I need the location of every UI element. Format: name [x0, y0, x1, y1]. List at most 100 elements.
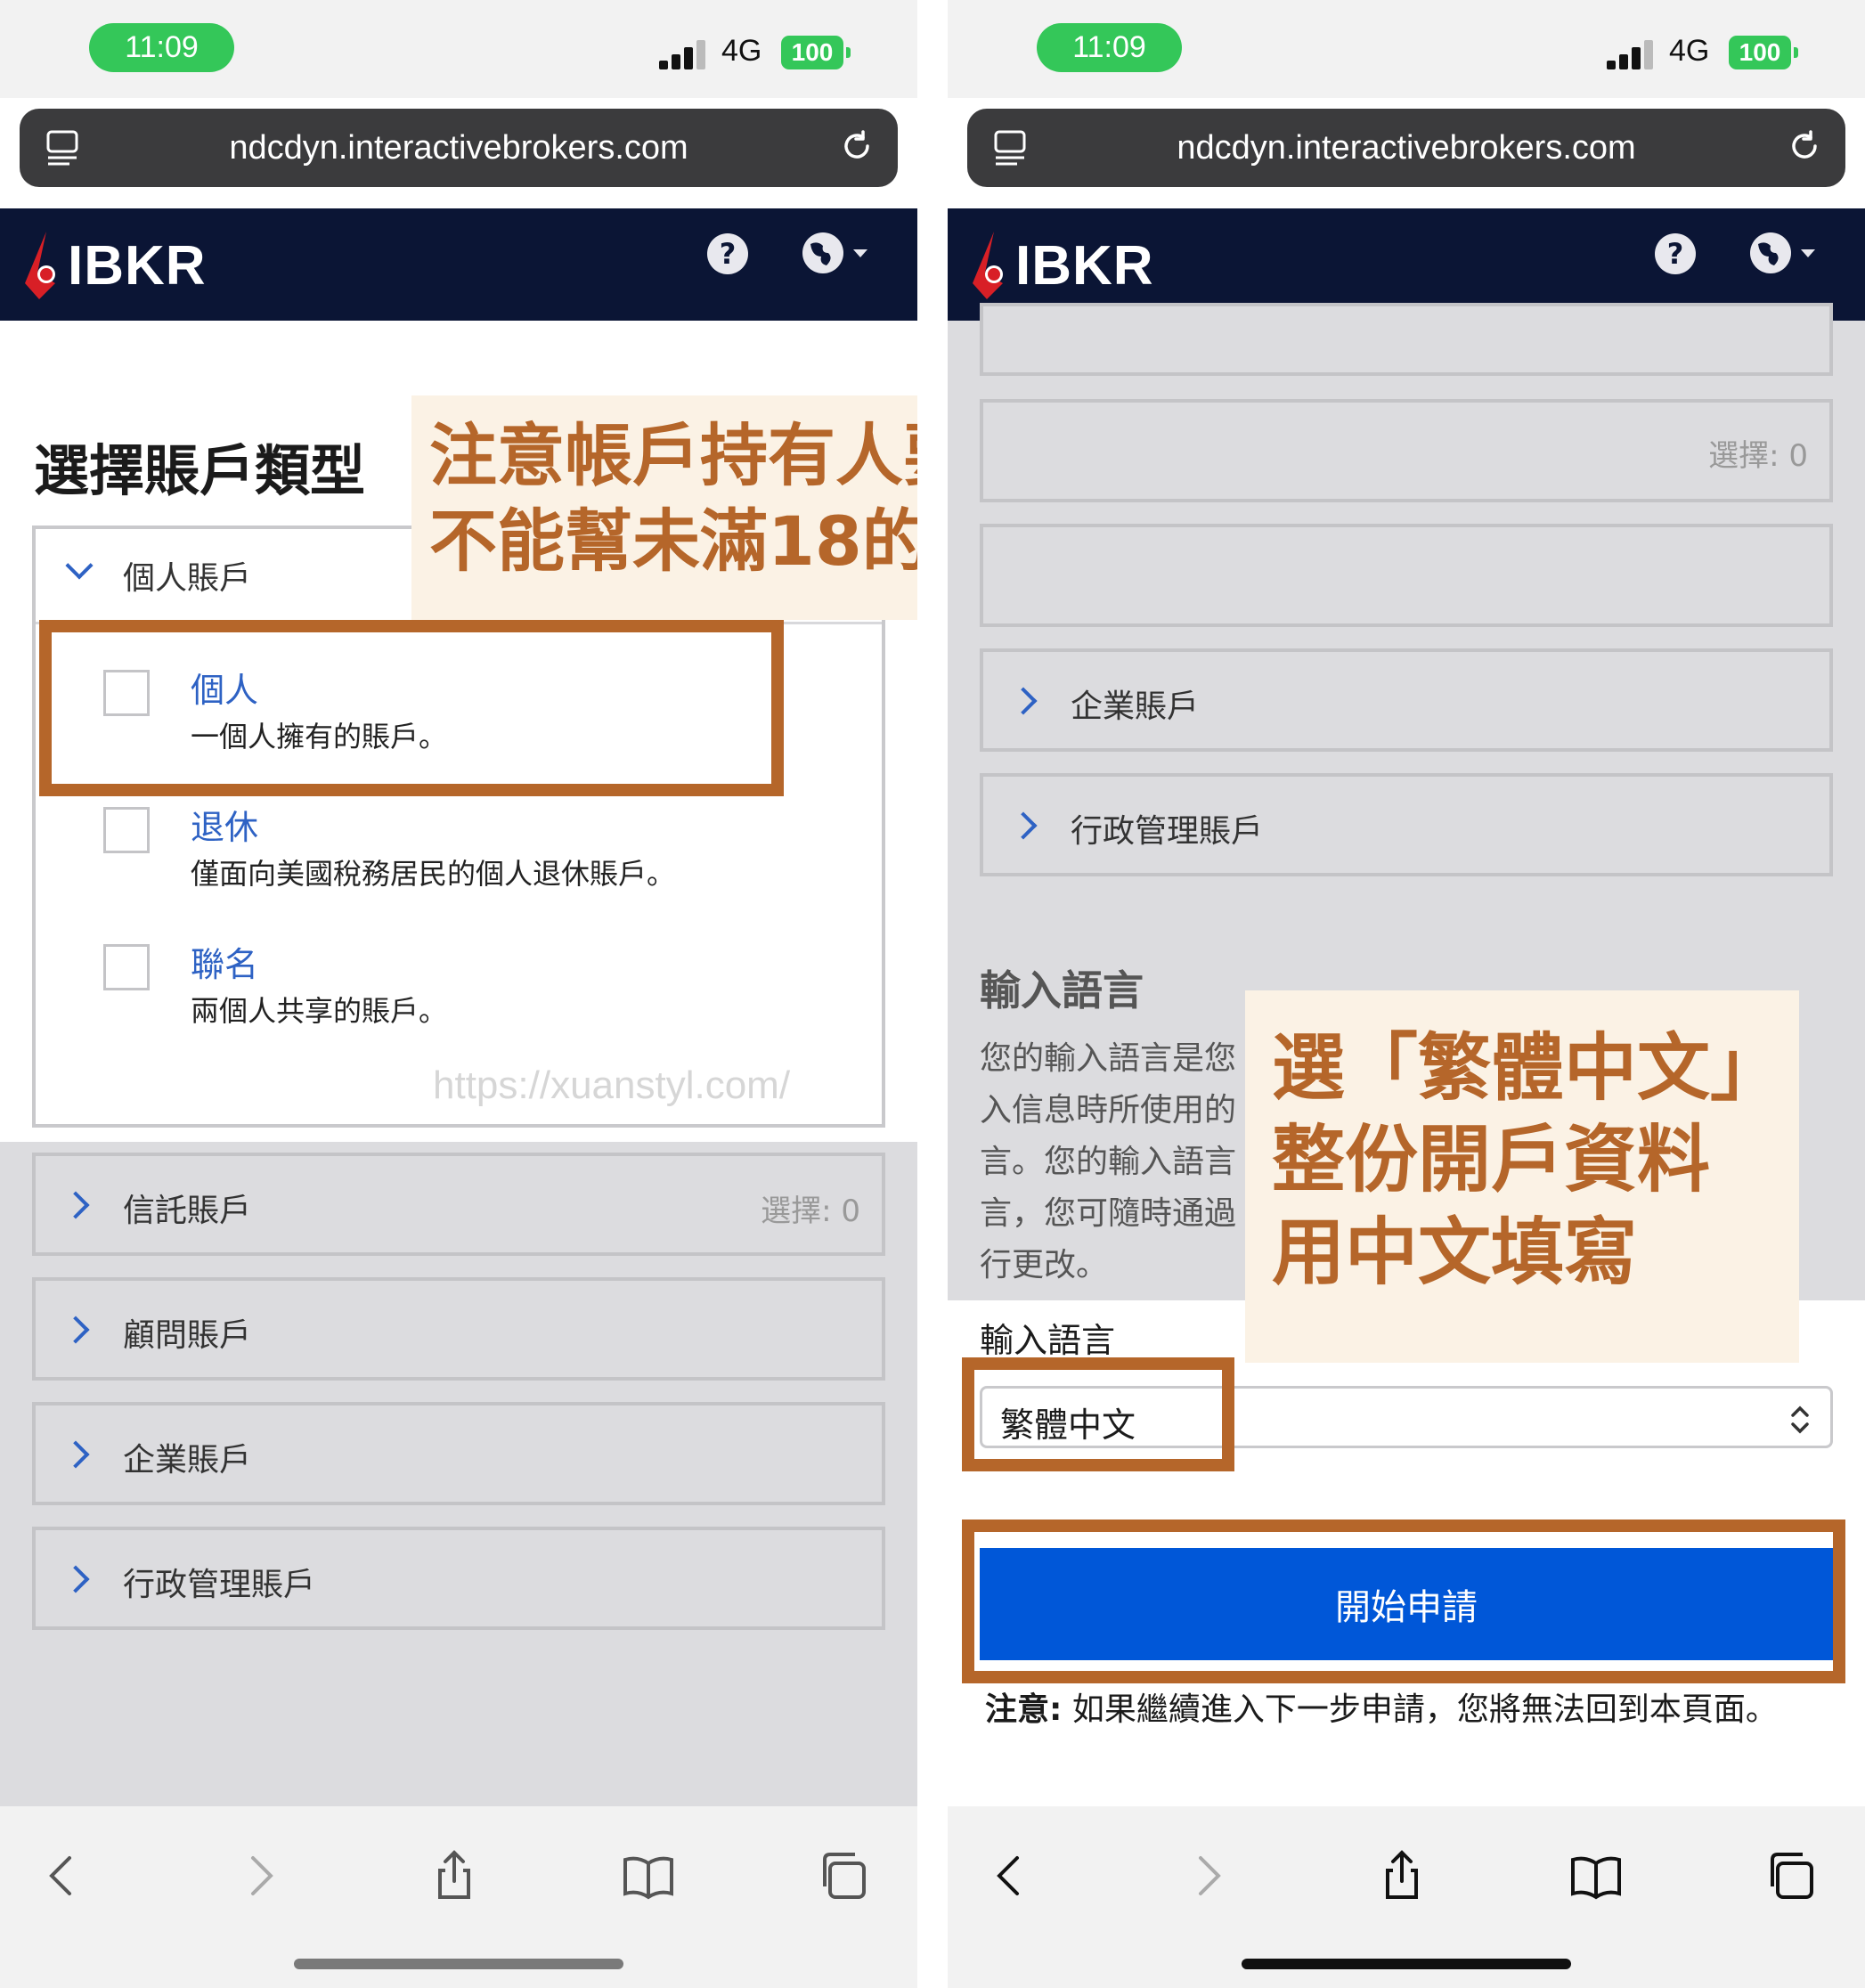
watermark: https://xuanstyl.com/ — [433, 1063, 791, 1107]
help-icon[interactable]: ? — [1655, 233, 1696, 274]
status-bar: 11:09 4G 100 — [948, 0, 1865, 98]
main-content: 選擇: 0 企業賬戶 行政管理賬戶 輸入語言 您的輸入語言是您 入信息時所使用的… — [948, 303, 1865, 1808]
chevron-right-icon — [1009, 687, 1038, 715]
ibkr-flame-icon — [25, 232, 55, 299]
group-panel-partial[interactable] — [980, 303, 1833, 376]
bookmarks-icon[interactable] — [1569, 1849, 1623, 1902]
group-label: 企業賬戶 — [1071, 688, 1200, 725]
chevron-down-icon — [65, 551, 94, 580]
select-arrows-icon — [1791, 1405, 1809, 1434]
group-corporate[interactable]: 企業賬戶 — [980, 648, 1833, 752]
chevron-right-icon — [61, 1565, 90, 1593]
url-text: ndcdyn.interactivebrokers.com — [1177, 128, 1636, 167]
chevron-right-icon — [61, 1316, 90, 1344]
annotation-line: 不能幫未滿18的小孩開戶 — [429, 501, 917, 581]
annotation-note: 選「繁體中文」 整份開戶資料 用中文填寫 — [1245, 990, 1799, 1363]
group-label: 企業賬戶 — [123, 1442, 252, 1479]
option-title: 聯名 — [191, 945, 259, 984]
paragraph-line: 入信息時所使用的 — [980, 1092, 1237, 1128]
forward-icon[interactable] — [1181, 1849, 1234, 1902]
tabs-view-icon[interactable] — [992, 128, 1028, 167]
warning-body: 如果繼續進入下一步申請，您將無法回到本頁面。 — [1062, 1691, 1778, 1728]
paragraph-line: 言。您的輸入語言 — [980, 1144, 1237, 1180]
group-label: 行政管理賬戶 — [123, 1567, 316, 1603]
share-icon[interactable] — [1375, 1849, 1429, 1902]
language-description: 您的輸入語言是您 入信息時所使用的 言。您的輸入語言 言，您可隨時通過 行更改。 — [980, 1033, 1236, 1291]
logo-text: IBKR — [68, 234, 207, 297]
option-desc: 僅面向美國稅務居民的個人退休賬戶。 — [191, 857, 676, 891]
section-title: 輸入語言 — [980, 966, 1144, 1014]
address-bar[interactable]: ndcdyn.interactivebrokers.com — [967, 109, 1845, 187]
back-icon[interactable] — [36, 1849, 89, 1902]
group-panel[interactable] — [980, 524, 1833, 627]
group-trust[interactable]: 信託賬戶 選擇: 0 — [32, 1153, 885, 1256]
group-label: 信託賬戶 — [123, 1193, 252, 1229]
paragraph-line: 行更改。 — [980, 1247, 1109, 1283]
app-header: IBKR ? — [0, 208, 917, 321]
warning-text: 注意: 如果繼續進入下一步申請，您將無法回到本頁面。 — [985, 1683, 1778, 1730]
reload-icon[interactable] — [837, 126, 876, 166]
annotation-note: 注意帳戶持有人要年滿18歲 不能幫未滿18的小孩開戶 — [411, 395, 917, 620]
ibkr-logo[interactable]: IBKR — [20, 223, 207, 308]
highlight-box-individual — [39, 620, 784, 796]
paragraph-line: 言，您可隨時通過 — [980, 1195, 1237, 1232]
status-time: 11:09 — [89, 23, 234, 72]
group-panel[interactable]: 選擇: 0 — [980, 399, 1833, 502]
tabs-icon[interactable] — [816, 1849, 869, 1902]
page-title: 選擇賬戶類型 — [34, 438, 366, 503]
browser-toolbar — [0, 1806, 917, 1988]
ibkr-logo[interactable]: IBKR — [967, 223, 1154, 308]
option-title: 退休 — [191, 808, 259, 847]
network-type: 4G — [721, 34, 762, 68]
home-indicator — [294, 1959, 623, 1969]
globe-icon[interactable] — [802, 232, 873, 276]
help-icon[interactable]: ? — [707, 233, 748, 274]
ibkr-flame-icon — [973, 232, 1003, 299]
globe-icon[interactable] — [1749, 232, 1820, 276]
chevron-right-icon — [61, 1191, 90, 1219]
share-icon[interactable] — [428, 1849, 481, 1902]
battery-indicator: 100 — [1729, 36, 1798, 69]
group-corporate[interactable]: 企業賬戶 — [32, 1402, 885, 1505]
logo-text: IBKR — [1015, 234, 1154, 297]
checkbox-retirement[interactable] — [103, 807, 150, 853]
url-text: ndcdyn.interactivebrokers.com — [229, 128, 688, 167]
option-desc: 兩個人共享的賬戶。 — [191, 994, 448, 1028]
status-bar: 11:09 4G 100 — [0, 0, 917, 98]
home-indicator — [1242, 1959, 1571, 1969]
network-type: 4G — [1669, 34, 1710, 68]
highlight-box-start-button — [962, 1520, 1845, 1683]
back-icon[interactable] — [983, 1849, 1037, 1902]
bookmarks-icon[interactable] — [622, 1849, 675, 1902]
chevron-right-icon — [1009, 811, 1038, 840]
paragraph-line: 您的輸入語言是您 — [980, 1040, 1237, 1077]
address-bar[interactable]: ndcdyn.interactivebrokers.com — [20, 109, 898, 187]
browser-toolbar — [948, 1806, 1865, 1988]
group-label: 行政管理賬戶 — [1071, 813, 1264, 850]
field-label: 輸入語言 — [980, 1321, 1116, 1360]
tabs-icon[interactable] — [1763, 1849, 1817, 1902]
phone-screen-left: 11:09 4G 100 ndcdyn.interactivebrokers.c… — [0, 0, 917, 1988]
group-label: 顧問賬戶 — [123, 1317, 252, 1354]
signal-icon — [1607, 37, 1657, 69]
selection-count: 選擇: 0 — [1708, 438, 1808, 474]
selection-count: 選擇: 0 — [761, 1194, 860, 1229]
status-time: 11:09 — [1037, 23, 1182, 72]
phone-screen-right: 11:09 4G 100 ndcdyn.interactivebrokers.c… — [948, 0, 1865, 1988]
annotation-line: 注意帳戶持有人要年滿18歲 — [429, 416, 917, 495]
warning-label: 注意: — [985, 1691, 1063, 1728]
reload-icon[interactable] — [1785, 126, 1824, 166]
annotation-line: 整份開戶資料 — [1272, 1118, 1711, 1203]
forward-icon[interactable] — [233, 1849, 287, 1902]
signal-icon — [659, 37, 709, 69]
group-administrative[interactable]: 行政管理賬戶 — [980, 773, 1833, 876]
annotation-line: 選「繁體中文」 — [1272, 1026, 1784, 1111]
checkbox-joint[interactable] — [103, 944, 150, 990]
highlight-box-language — [962, 1357, 1234, 1471]
group-administrative[interactable]: 行政管理賬戶 — [32, 1527, 885, 1630]
annotation-line: 用中文填寫 — [1272, 1210, 1638, 1295]
battery-indicator: 100 — [781, 36, 851, 69]
group-advisor[interactable]: 顧問賬戶 — [32, 1277, 885, 1381]
chevron-right-icon — [61, 1440, 90, 1469]
tabs-view-icon[interactable] — [45, 128, 80, 167]
